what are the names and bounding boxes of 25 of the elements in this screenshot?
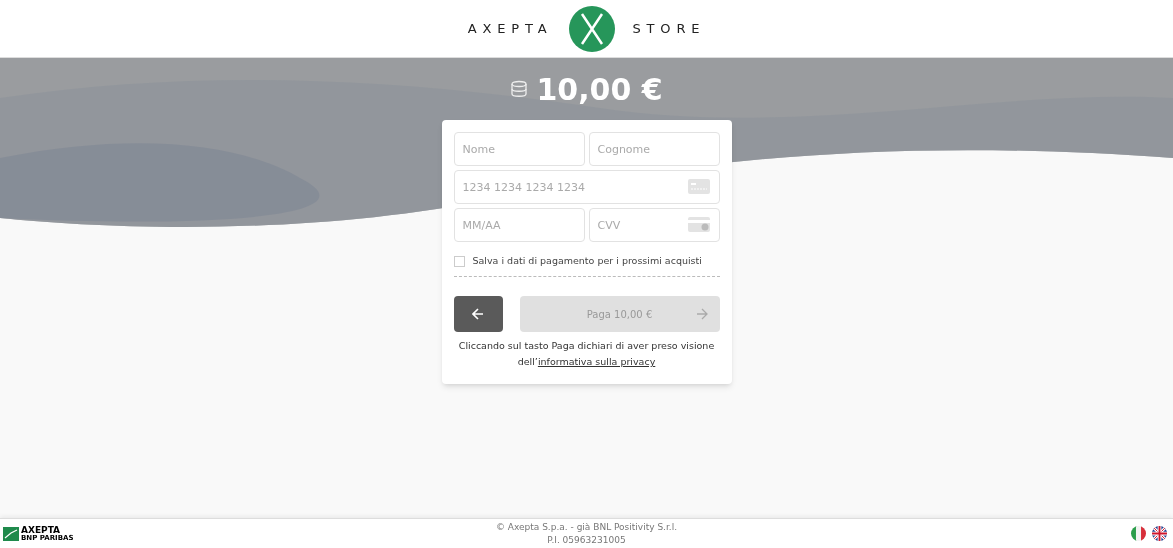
copyright-text: © Axepta S.p.a. - già BNL Positivity S.r.l. <box>495 520 678 534</box>
privacy-notice: Cliccando sul tasto Paga dichiari di aver preso visione <box>457 340 716 353</box>
input-field[interactable]: 1234 1234 1234 1234 <box>453 170 720 204</box>
privacy-notice: dell’ <box>517 356 538 369</box>
italian-flag-icon[interactable] <box>1131 526 1146 541</box>
logo-icon <box>568 4 617 53</box>
arrow-left-icon <box>472 308 484 321</box>
input-field[interactable]: MM/AA <box>453 208 585 242</box>
card-cvv-icon <box>687 217 710 232</box>
brand-text: AXEPTA <box>467 19 553 38</box>
checkbox-label: Salva i dati di pagamento per i prossimi acquisti <box>472 254 702 268</box>
arrow-right-icon <box>695 308 708 321</box>
vat-number: P.I. 05963231005 <box>547 533 626 547</box>
input-field[interactable]: Cognome <box>588 132 720 166</box>
checkbox[interactable] <box>453 255 465 267</box>
amount-text: 10,00 € <box>536 70 663 109</box>
card-icon <box>687 179 710 194</box>
brand-text: STORE <box>632 19 706 38</box>
back-button[interactable] <box>453 296 503 333</box>
footer-logo-text: AXEPTA <box>21 525 62 534</box>
input-field[interactable]: CVV <box>588 208 720 242</box>
privacy-link[interactable]: informativa sulla privacy <box>537 356 656 369</box>
uk-flag-icon[interactable] <box>1152 526 1167 541</box>
coins-icon <box>510 80 529 98</box>
input-field[interactable]: Nome <box>453 132 585 166</box>
